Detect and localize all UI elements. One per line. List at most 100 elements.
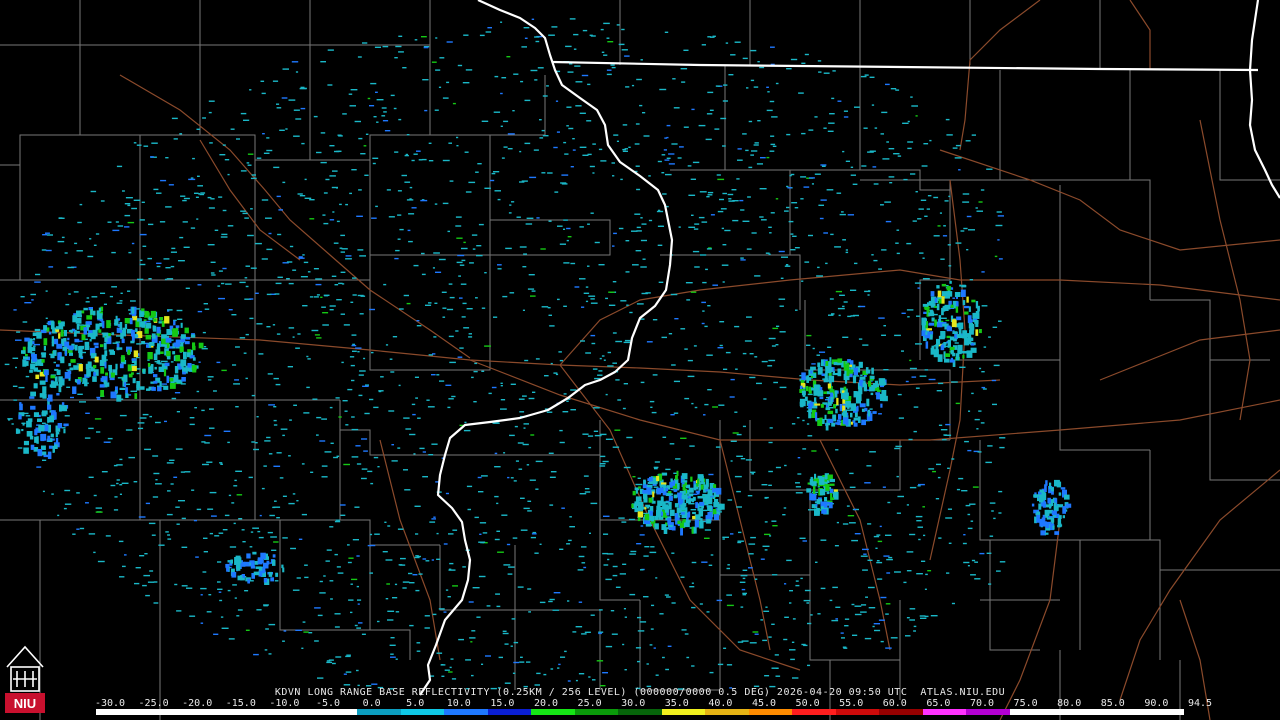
radar-echo bbox=[969, 503, 976, 505]
radar-echo bbox=[47, 417, 50, 423]
radar-echo bbox=[419, 447, 425, 450]
radar-echo bbox=[127, 221, 135, 224]
radar-echo bbox=[165, 157, 169, 159]
radar-echo bbox=[25, 415, 31, 417]
radar-echo bbox=[222, 144, 226, 146]
radar-echo bbox=[974, 418, 980, 421]
radar-echo bbox=[395, 658, 398, 660]
radar-echo bbox=[792, 618, 796, 620]
radar-echo bbox=[761, 219, 767, 221]
colorbar-swatch bbox=[661, 709, 706, 715]
radar-echo bbox=[335, 397, 340, 399]
radar-echo bbox=[59, 404, 62, 412]
radar-echo bbox=[974, 561, 978, 563]
radar-echo bbox=[115, 363, 118, 370]
radar-echo bbox=[935, 498, 940, 500]
radar-echo bbox=[668, 493, 673, 496]
radar-echo bbox=[706, 113, 713, 115]
radar-echo bbox=[772, 145, 777, 147]
radar-echo bbox=[73, 365, 79, 370]
radar-echo bbox=[811, 450, 817, 452]
radar-echo bbox=[653, 466, 659, 469]
radar-echo bbox=[293, 135, 300, 137]
radar-echo bbox=[610, 64, 615, 66]
radar-echo bbox=[913, 625, 917, 628]
radar-echo bbox=[590, 334, 596, 337]
radar-echo bbox=[239, 337, 246, 339]
radar-echo bbox=[671, 602, 676, 604]
radar-echo bbox=[722, 536, 729, 538]
radar-echo bbox=[203, 537, 208, 539]
radar-echo bbox=[747, 495, 753, 497]
radar-echo bbox=[466, 308, 473, 310]
radar-echo bbox=[84, 341, 90, 348]
radar-echo bbox=[61, 427, 66, 429]
radar-echo bbox=[944, 358, 950, 363]
radar-echo bbox=[772, 525, 778, 527]
radar-echo bbox=[995, 224, 1003, 227]
radar-echo bbox=[321, 465, 328, 467]
radar-echo bbox=[513, 641, 519, 644]
radar-echo bbox=[637, 616, 642, 619]
radar-echo bbox=[726, 604, 734, 607]
radar-echo bbox=[872, 625, 875, 628]
radar-echo bbox=[12, 357, 19, 359]
radar-echo bbox=[607, 365, 614, 367]
radar-echo bbox=[301, 463, 305, 465]
radar-echo bbox=[909, 619, 915, 621]
radar-echo bbox=[569, 18, 576, 20]
radar-echo bbox=[823, 232, 828, 234]
radar-echo bbox=[969, 279, 973, 281]
radar-echo bbox=[231, 572, 237, 578]
radar-echo bbox=[268, 404, 275, 406]
radar-echo bbox=[516, 216, 521, 218]
radar-echo bbox=[421, 158, 427, 161]
radar-echo bbox=[164, 420, 167, 423]
radar-echo bbox=[184, 471, 191, 473]
radar-echo bbox=[665, 173, 672, 176]
radar-echo bbox=[795, 492, 803, 494]
radar-echo bbox=[432, 613, 437, 616]
colorbar-label: 90.0 bbox=[1144, 698, 1169, 709]
radar-echo bbox=[885, 220, 892, 223]
radar-echo bbox=[172, 351, 176, 355]
radar-echo bbox=[666, 596, 671, 598]
radar-echo bbox=[779, 331, 786, 333]
radar-echo bbox=[603, 533, 609, 535]
radar-echo bbox=[150, 364, 154, 372]
radar-echo bbox=[315, 283, 322, 286]
radar-echo bbox=[404, 489, 411, 491]
radar-echo bbox=[330, 598, 333, 600]
radar-echo bbox=[817, 486, 820, 488]
radar-echo bbox=[209, 532, 213, 535]
radar-echo bbox=[208, 111, 212, 114]
radar-echo bbox=[249, 298, 254, 300]
radar-echo bbox=[222, 267, 227, 270]
radar-echo bbox=[572, 631, 577, 633]
radar-echo bbox=[683, 126, 689, 128]
radar-echo bbox=[817, 419, 823, 426]
radar-echo bbox=[688, 194, 696, 196]
radar-echo bbox=[771, 623, 775, 625]
radar-echo bbox=[406, 134, 410, 136]
radar-echo bbox=[818, 499, 823, 502]
radar-echo bbox=[298, 256, 303, 258]
radar-echo bbox=[116, 335, 121, 337]
radar-echo bbox=[231, 314, 237, 316]
radar-echo bbox=[888, 176, 895, 178]
radar-echo bbox=[88, 476, 94, 478]
radar-echo bbox=[707, 305, 711, 307]
radar-echoes bbox=[4, 18, 1072, 690]
radar-echo bbox=[537, 67, 544, 69]
radar-echo bbox=[784, 583, 787, 585]
radar-echo bbox=[534, 79, 538, 81]
radar-echo bbox=[542, 135, 549, 137]
radar-echo bbox=[761, 484, 768, 486]
radar-echo bbox=[463, 429, 471, 432]
radar-echo bbox=[158, 544, 165, 546]
radar-echo bbox=[653, 647, 656, 649]
radar-echo bbox=[255, 566, 262, 569]
radar-echo bbox=[282, 537, 288, 539]
radar-echo bbox=[179, 236, 184, 239]
radar-echo bbox=[872, 166, 877, 168]
